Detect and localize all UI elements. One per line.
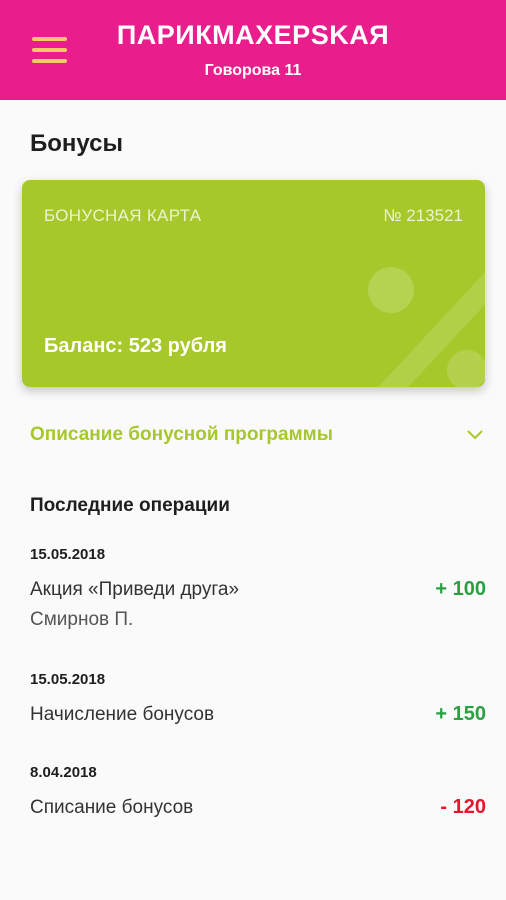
operation-item: 15.05.2018 Акция «Приведи друга» Смирнов…	[30, 546, 486, 631]
operation-date: 15.05.2018	[30, 546, 106, 563]
card-label: БОНУСНАЯ КАРТА	[44, 206, 202, 225]
operation-amount: - 120	[440, 796, 486, 818]
operation-amount: + 150	[435, 703, 486, 725]
card-balance: Баланс: 523 рубля	[44, 335, 227, 357]
app-title: ПАРИКМАХЕРSKАЯ	[0, 20, 506, 51]
bonus-card[interactable]: БОНУСНАЯ КАРТА № 213521 Баланс: 523 рубл…	[22, 180, 485, 387]
salon-address: Говорова 11	[204, 62, 302, 79]
operation-name: Начисление бонусов	[30, 704, 215, 725]
operation-date: 8.04.2018	[30, 764, 97, 781]
card-number: № 213521	[383, 206, 463, 225]
operation-name: Списание бонусов	[30, 797, 194, 818]
operation-item: 15.05.2018 Начисление бонусов + 150	[30, 671, 486, 726]
operation-amount: + 100	[435, 578, 486, 600]
bonus-program-toggle[interactable]: Описание бонусной программы	[30, 420, 485, 452]
operation-person: Смирнов П.	[30, 609, 134, 630]
recent-operations-title: Последние операции	[30, 495, 230, 516]
operation-item: 8.04.2018 Списание бонусов - 120	[30, 764, 486, 819]
bonus-program-label: Описание бонусной программы	[30, 424, 333, 445]
app-title-text: ПАРИКМАХЕРSKАЯ	[116, 20, 390, 50]
page-title: Бонусы	[30, 130, 123, 157]
app-header: ПАРИКМАХЕРSKАЯ Говорова 11	[0, 0, 506, 100]
operation-date: 15.05.2018	[30, 671, 106, 688]
operation-name: Акция «Приведи друга»	[30, 579, 240, 600]
chevron-down-icon[interactable]	[465, 426, 485, 442]
